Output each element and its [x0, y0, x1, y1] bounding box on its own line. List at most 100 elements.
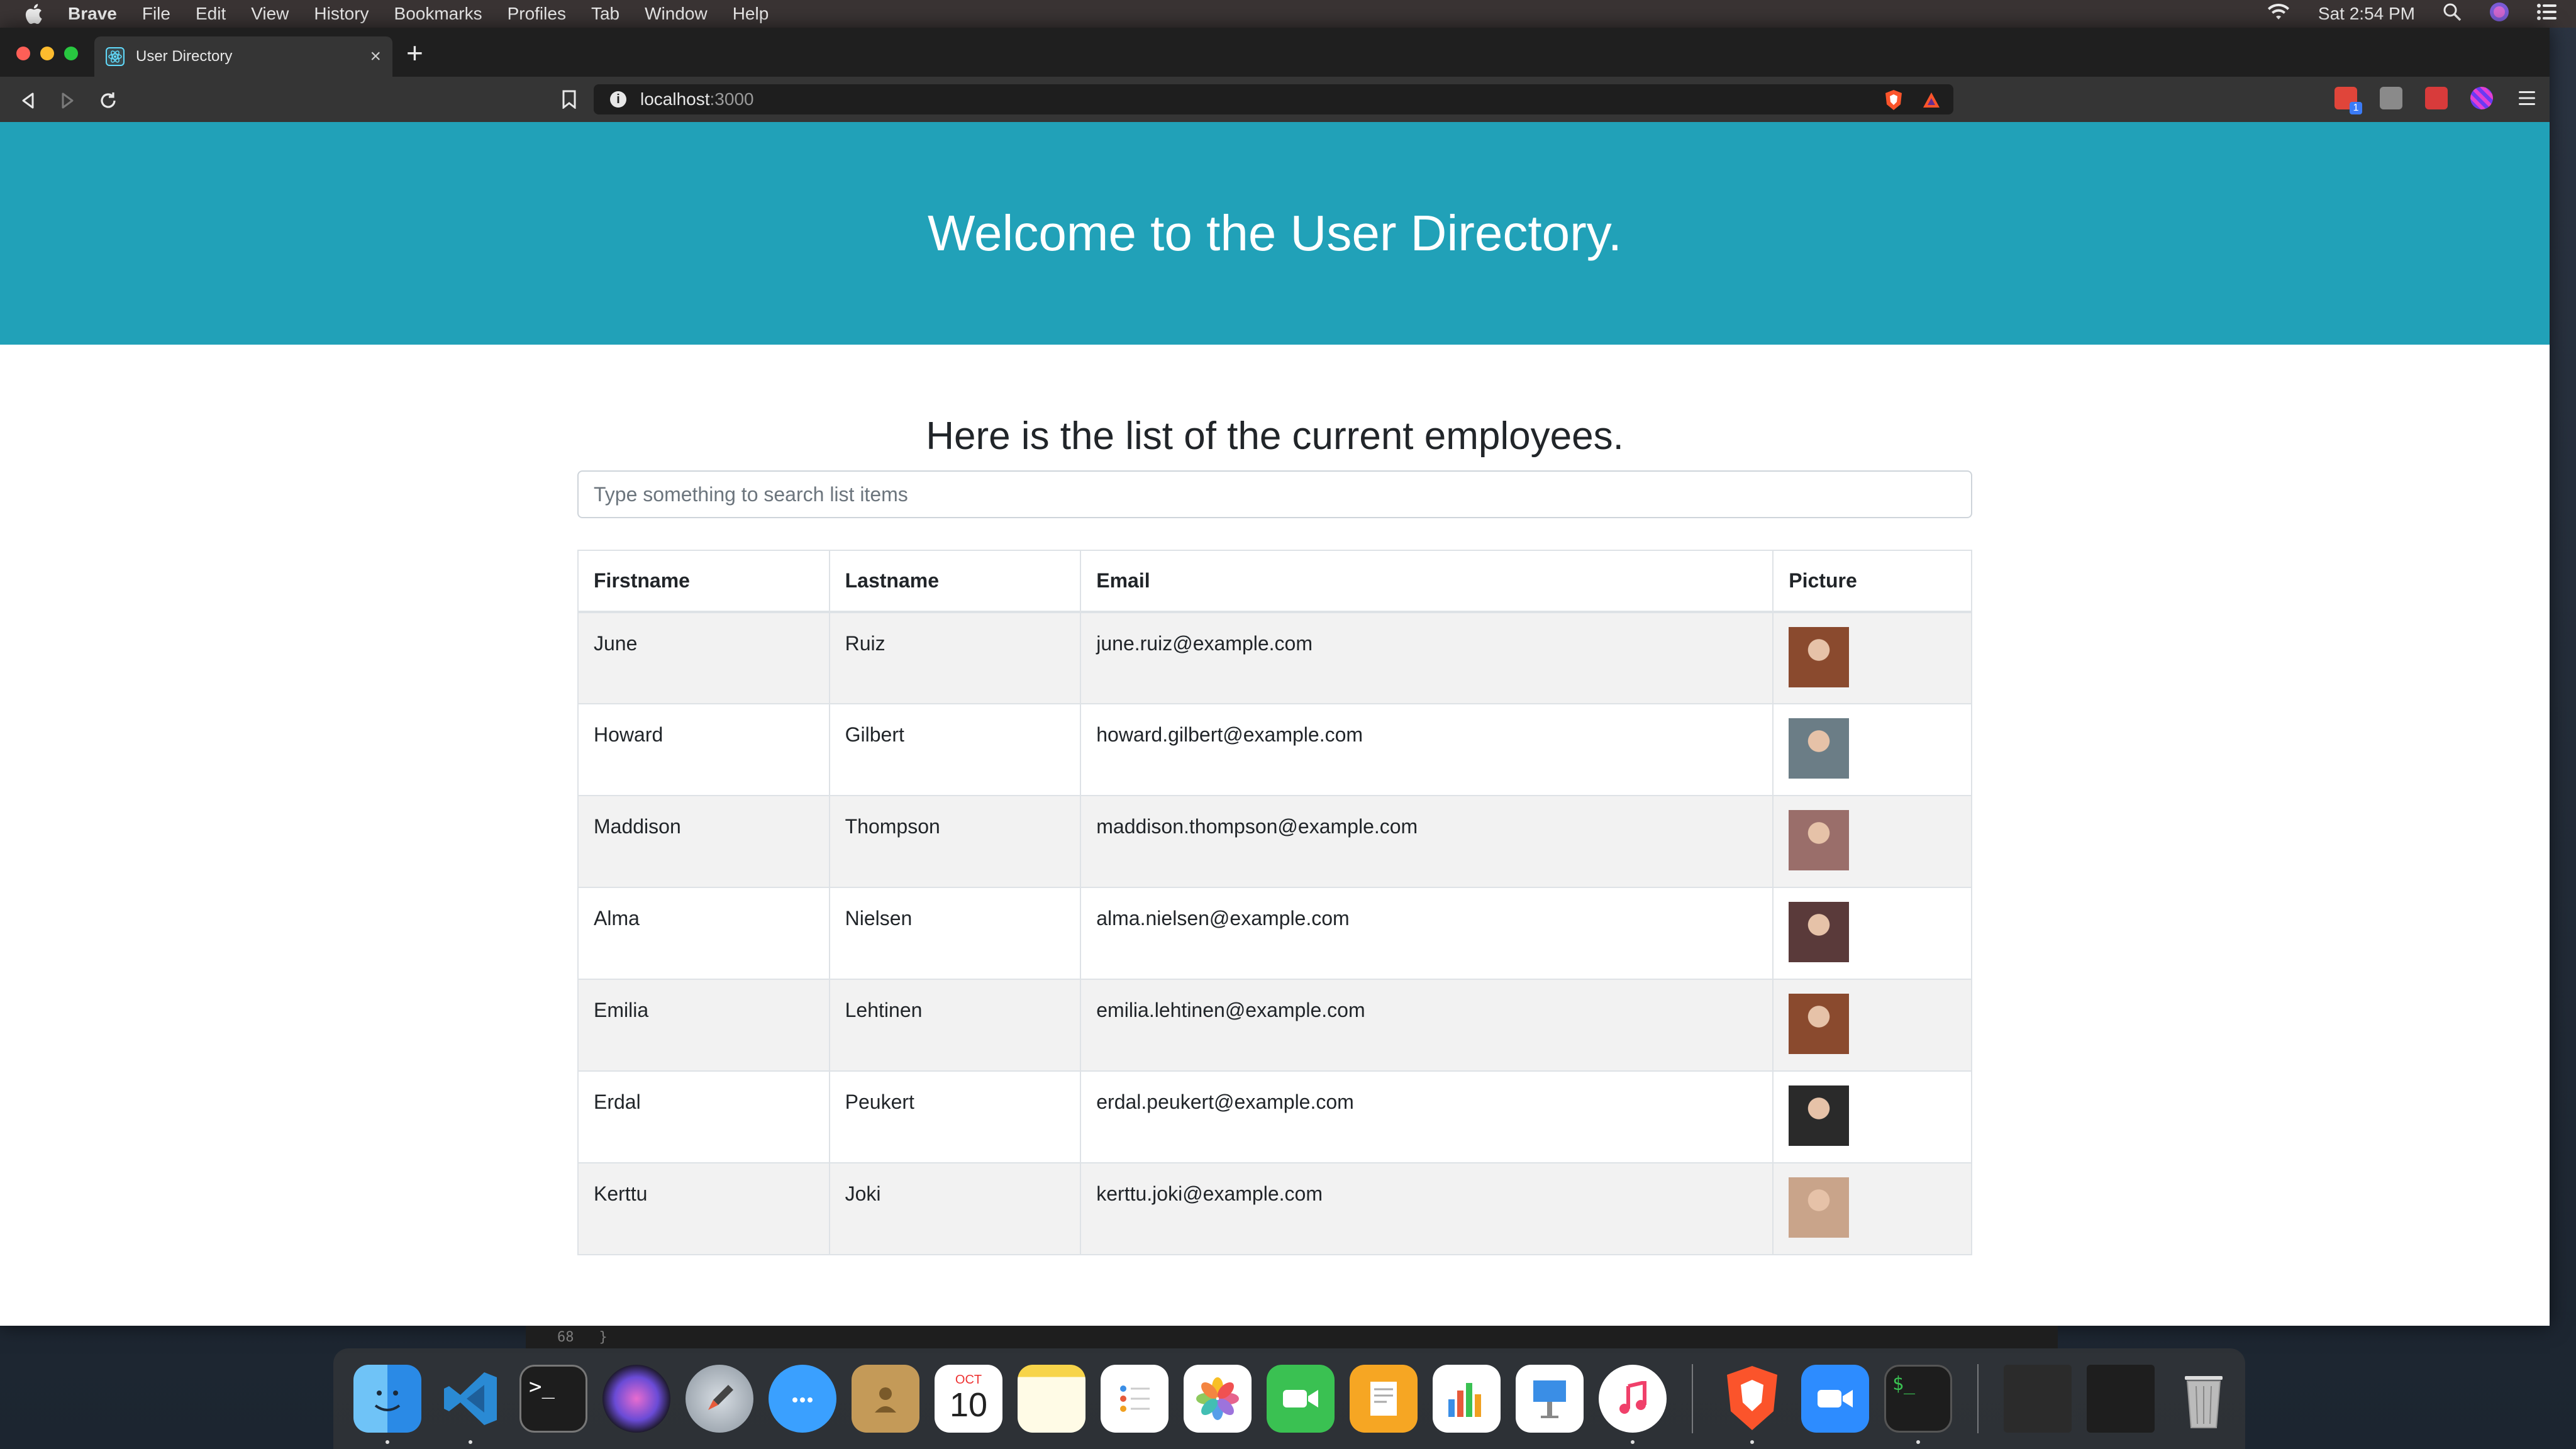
dock-trash[interactable] — [2162, 1357, 2245, 1440]
spotlight-icon[interactable] — [2443, 3, 2462, 26]
employee-table: Firstname Lastname Email Picture June Ru… — [577, 550, 1972, 1255]
code-editor-background: 68 } — [526, 1326, 2058, 1348]
cell-lastname: Thompson — [828, 795, 1082, 888]
column-header-lastname[interactable]: Lastname — [828, 550, 1082, 613]
minimize-window-button[interactable] — [40, 47, 54, 60]
notes-icon — [1018, 1365, 1085, 1433]
extension-red-icon[interactable] — [2425, 87, 2448, 109]
cell-firstname: Erdal — [577, 1070, 830, 1163]
dock-numbers[interactable] — [1425, 1357, 1508, 1440]
dock-brave[interactable] — [1711, 1357, 1794, 1444]
dock-keynote[interactable] — [1508, 1357, 1591, 1440]
brave-rewards-icon[interactable] — [1922, 91, 1941, 113]
cell-email: erdal.peukert@example.com — [1080, 1070, 1774, 1163]
contacts-icon — [852, 1365, 919, 1433]
dock-terminal[interactable]: >_ — [512, 1357, 595, 1440]
dock-pages[interactable] — [1342, 1357, 1425, 1440]
reload-button[interactable] — [96, 88, 121, 113]
brave-shields-icon[interactable] — [1884, 89, 1903, 115]
trash-icon — [2170, 1365, 2238, 1433]
menu-edit[interactable]: Edit — [196, 4, 226, 24]
back-button[interactable] — [15, 88, 40, 113]
menu-history[interactable]: History — [314, 4, 369, 24]
cell-picture — [1772, 1070, 1972, 1163]
cell-lastname: Joki — [828, 1162, 1082, 1255]
menu-profiles[interactable]: Profiles — [508, 4, 566, 24]
search-input[interactable] — [577, 470, 1972, 518]
dock-messages[interactable] — [761, 1357, 844, 1440]
menu-file[interactable]: File — [142, 4, 170, 24]
cell-firstname: Emilia — [577, 979, 830, 1072]
menu-window[interactable]: Window — [645, 4, 708, 24]
dock-reminders[interactable] — [1093, 1357, 1176, 1440]
column-header-picture[interactable]: Picture — [1772, 550, 1972, 613]
hero-banner: Welcome to the User Directory. — [0, 122, 2550, 345]
menu-bar: Brave File Edit View History Bookmarks P… — [0, 0, 2576, 28]
finder-icon — [353, 1365, 421, 1433]
cell-firstname: Alma — [577, 887, 830, 980]
wifi-icon[interactable] — [2267, 3, 2290, 25]
page-heading: Welcome to the User Directory. — [927, 205, 1623, 261]
avatar — [1789, 994, 1850, 1054]
cell-lastname: Nielsen — [828, 887, 1082, 980]
apple-menu-icon[interactable] — [24, 3, 45, 25]
menu-clock[interactable]: Sat 2:54 PM — [2318, 4, 2415, 24]
dock-minimized-window-1[interactable] — [1996, 1357, 2079, 1440]
dock-notes[interactable] — [1010, 1357, 1093, 1440]
address-bar[interactable]: i localhost:3000 — [594, 84, 1953, 114]
extension-copy-icon[interactable] — [2380, 87, 2402, 109]
tab-user-directory[interactable]: User Directory × — [94, 36, 392, 77]
dock-contacts[interactable] — [844, 1357, 927, 1440]
cell-firstname: June — [577, 611, 830, 704]
dock-facetime[interactable] — [1259, 1357, 1342, 1440]
menu-bookmarks[interactable]: Bookmarks — [394, 4, 482, 24]
dock-calendar[interactable]: OCT 10 — [927, 1357, 1010, 1440]
pages-icon — [1350, 1365, 1418, 1433]
cell-email: june.ruiz@example.com — [1080, 611, 1774, 704]
menu-app-name[interactable]: Brave — [68, 4, 117, 24]
table-row: Alma Nielsen alma.nielsen@example.com — [577, 887, 1972, 980]
menu-tab[interactable]: Tab — [591, 4, 619, 24]
calendar-day: 10 — [949, 1385, 988, 1424]
facetime-icon — [1267, 1365, 1335, 1433]
editor-code-line: } — [599, 1329, 608, 1345]
site-info-icon[interactable]: i — [610, 91, 626, 108]
music-icon — [1599, 1365, 1667, 1433]
new-tab-button[interactable]: + — [406, 38, 423, 68]
dock-vscode[interactable] — [429, 1357, 512, 1444]
siri-icon — [602, 1365, 670, 1433]
extension-badge-icon[interactable]: 1 — [2334, 87, 2362, 114]
dock-launchpad[interactable] — [678, 1357, 761, 1440]
column-header-firstname[interactable]: Firstname — [577, 550, 830, 613]
cell-firstname: Maddison — [577, 795, 830, 888]
dock-music[interactable] — [1591, 1357, 1674, 1444]
menu-view[interactable]: View — [251, 4, 289, 24]
cell-email: emilia.lehtinen@example.com — [1080, 979, 1774, 1072]
forward-button[interactable] — [55, 88, 80, 113]
zoom-window-button[interactable] — [64, 47, 78, 60]
dock-zoom[interactable] — [1794, 1357, 1877, 1440]
cell-email: howard.gilbert@example.com — [1080, 703, 1774, 796]
notification-center-icon[interactable] — [2537, 3, 2557, 25]
menu-help[interactable]: Help — [733, 4, 769, 24]
column-header-email[interactable]: Email — [1080, 550, 1774, 613]
dock-minimized-window-2[interactable] — [2079, 1357, 2162, 1440]
cell-picture — [1772, 887, 1972, 980]
siri-menu-icon[interactable] — [2489, 2, 2509, 26]
close-tab-icon[interactable]: × — [370, 46, 381, 67]
profile-avatar-icon[interactable] — [2470, 87, 2493, 109]
url-port: :3000 — [709, 89, 754, 109]
launchpad-icon — [686, 1365, 753, 1433]
browser-menu-icon[interactable] — [2516, 87, 2538, 109]
bookmark-icon[interactable] — [558, 88, 580, 111]
page-subtitle: Here is the list of the current employee… — [926, 414, 1624, 458]
dock-terminal-window[interactable]: $_ — [1877, 1357, 1960, 1444]
dock-finder[interactable] — [346, 1357, 429, 1444]
dock-siri[interactable] — [595, 1357, 678, 1440]
vscode-icon — [436, 1365, 504, 1433]
close-window-button[interactable] — [16, 47, 30, 60]
terminal-window-icon: $_ — [1884, 1365, 1952, 1433]
dock-photos[interactable] — [1176, 1357, 1259, 1440]
brave-icon — [1718, 1365, 1786, 1433]
tab-bar: User Directory × + — [0, 28, 2550, 77]
